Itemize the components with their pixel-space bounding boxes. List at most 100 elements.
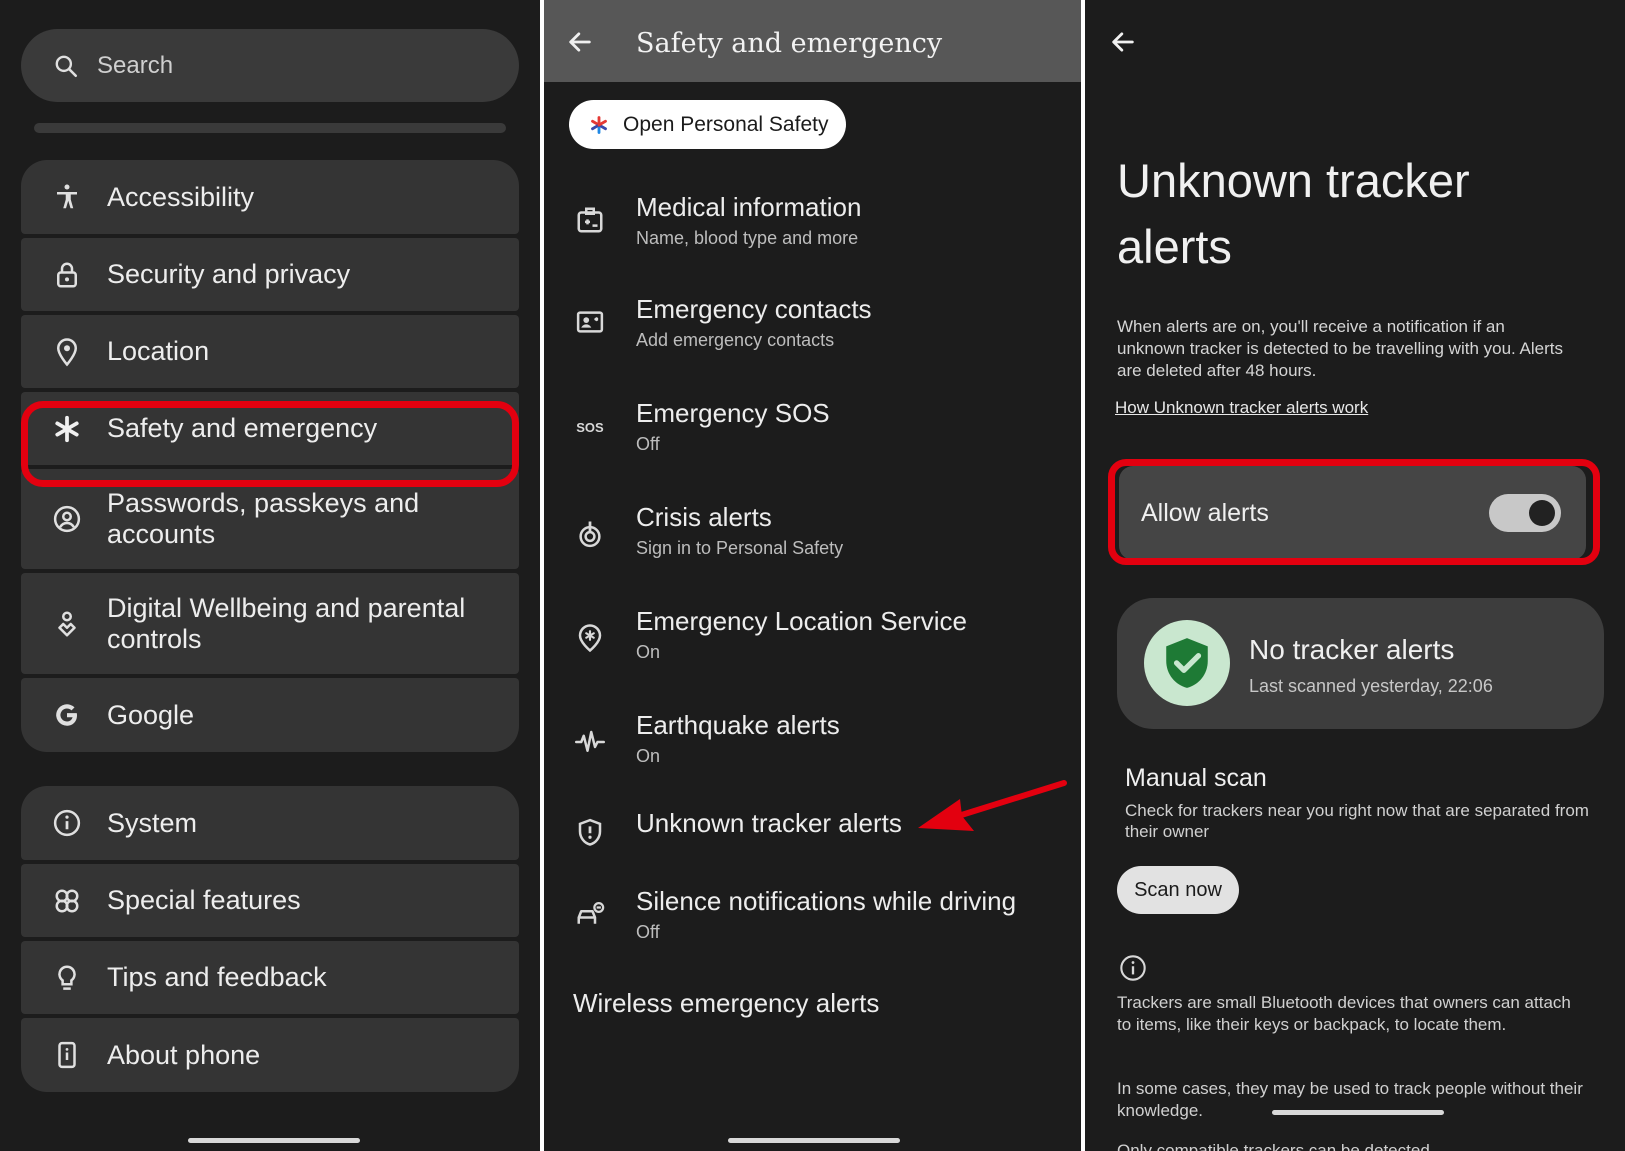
item-title: Unknown tracker alerts	[636, 808, 902, 838]
allow-alerts-toggle[interactable]	[1489, 494, 1561, 532]
settings-item-label: System	[107, 807, 198, 838]
manual-scan-title: Manual scan	[1125, 764, 1267, 792]
personal-safety-icon	[591, 115, 607, 134]
settings-item-passwords[interactable]: Passwords, passkeys and accounts	[21, 469, 519, 569]
status-title: No tracker alerts	[1249, 634, 1455, 665]
earthquake-icon	[573, 725, 607, 759]
status-subtitle: Last scanned yesterday, 22:06	[1249, 676, 1493, 696]
settings-item-label: Tips and feedback	[107, 962, 327, 992]
lock-icon	[43, 260, 91, 290]
item-title: Emergency contacts	[636, 294, 872, 324]
search-icon	[55, 55, 78, 77]
settings-item-accessibility[interactable]: Accessibility	[21, 160, 519, 234]
gesture-nav-bar[interactable]	[1272, 1110, 1444, 1115]
item-title: Emergency SOS	[636, 398, 830, 428]
settings-item-wellbeing[interactable]: Digital Wellbeing and parental controls	[21, 573, 519, 674]
info-icon	[43, 808, 91, 838]
settings-panel: Search Accessibility Security and privac…	[0, 0, 540, 1151]
settings-item-safety[interactable]: Safety and emergency	[21, 392, 519, 465]
google-g-icon	[43, 700, 91, 730]
settings-item-system[interactable]: System	[21, 786, 519, 860]
how-it-works-link[interactable]: How Unknown tracker alerts work	[1115, 398, 1368, 418]
tracker-panel: Unknown tracker alerts When alerts are o…	[1085, 0, 1625, 1151]
settings-item-label: Digital Wellbeing and parental controls	[107, 592, 466, 654]
settings-item-tips[interactable]: Tips and feedback	[21, 941, 519, 1014]
back-arrow-icon[interactable]	[1109, 28, 1137, 56]
tracker-description: When alerts are on, you'll receive a not…	[1117, 317, 1564, 380]
item-title: Medical information	[636, 192, 862, 222]
item-subtitle: Off	[636, 922, 660, 942]
search-bar[interactable]: Search	[21, 29, 519, 102]
item-title: Silence notifications while driving	[636, 886, 1017, 916]
item-subtitle: Sign in to Personal Safety	[636, 538, 844, 558]
allow-alerts-row[interactable]: Allow alerts	[1119, 466, 1586, 560]
crisis-alert-icon	[573, 517, 607, 551]
settings-item-security[interactable]: Security and privacy	[21, 238, 519, 311]
contact-card-icon	[573, 305, 607, 339]
sos-icon: SOS	[573, 410, 607, 444]
emergency-location-icon	[573, 621, 607, 655]
item-title: Emergency Location Service	[636, 606, 967, 636]
safety-item-earthquake[interactable]: Earthquake alerts On	[544, 708, 1081, 778]
car-silence-icon	[573, 898, 607, 932]
settings-item-location[interactable]: Location	[21, 315, 519, 388]
safety-item-location-service[interactable]: Emergency Location Service On	[544, 604, 1081, 674]
page-title-line-1: Unknown tracker	[1117, 154, 1470, 207]
app-bar: Safety and emergency	[544, 0, 1081, 82]
gesture-nav-bar[interactable]	[188, 1138, 360, 1143]
item-subtitle: Add emergency contacts	[636, 330, 835, 350]
info-text-3: Only compatible trackers can be detected…	[1117, 1141, 1435, 1151]
settings-item-google[interactable]: Google	[21, 678, 519, 752]
settings-item-label: Accessibility	[107, 181, 255, 212]
settings-item-label: Google	[107, 699, 195, 730]
settings-item-about[interactable]: About phone	[21, 1018, 519, 1092]
item-title: Crisis alerts	[636, 502, 772, 532]
toggle-knob	[1529, 500, 1555, 526]
red-arrow-pointer	[918, 780, 1067, 831]
wireless-emergency-alerts-item[interactable]: Wireless emergency alerts	[573, 988, 879, 1019]
safety-item-medical[interactable]: Medical information Name, blood type and…	[544, 188, 1081, 258]
settings-item-label: Passwords, passkeys and accounts	[107, 488, 420, 549]
safety-panel: Safety and emergency Open Personal Safet…	[544, 0, 1081, 1151]
safety-item-unknown-tracker[interactable]: Unknown tracker alerts	[544, 808, 1081, 858]
page-title: Unknown tracker alerts	[1117, 148, 1470, 280]
item-subtitle: On	[636, 746, 661, 766]
safety-item-crisis[interactable]: Crisis alerts Sign in to Personal Safety	[544, 500, 1081, 570]
location-pin-icon	[43, 337, 91, 367]
accessibility-icon	[43, 182, 91, 212]
account-circle-icon	[43, 504, 91, 534]
manual-scan-description: Check for trackers near you right now th…	[1125, 801, 1589, 841]
back-arrow-icon[interactable]	[566, 28, 594, 56]
allow-alerts-label: Allow alerts	[1141, 498, 1269, 527]
settings-item-special-features[interactable]: Special features	[21, 864, 519, 937]
gesture-nav-bar[interactable]	[728, 1138, 900, 1143]
safety-item-contacts[interactable]: Emergency contacts Add emergency contact…	[544, 292, 1081, 362]
item-title: Earthquake alerts	[636, 710, 840, 740]
phone-icon	[43, 1040, 91, 1070]
page-title-line-2: alerts	[1117, 220, 1232, 273]
safety-item-sos[interactable]: SOS Emergency SOS Off	[544, 396, 1081, 466]
scroll-hint	[34, 123, 506, 133]
tracker-status-card: No tracker alerts Last scanned yesterday…	[1117, 598, 1604, 729]
wellbeing-icon	[43, 609, 91, 639]
svg-text:SOS: SOS	[576, 420, 604, 435]
asterisk-icon	[43, 414, 91, 444]
open-personal-safety-button[interactable]: Open Personal Safety	[569, 100, 846, 149]
settings-item-label: Security and privacy	[107, 259, 351, 289]
lightbulb-icon	[43, 963, 91, 993]
settings-item-label: About phone	[107, 1039, 261, 1070]
shield-check-icon	[1166, 638, 1208, 688]
shield-alert-icon	[573, 815, 607, 849]
medical-id-icon	[573, 203, 607, 237]
special-features-icon	[43, 886, 91, 916]
settings-item-label: Special features	[107, 885, 301, 915]
open-personal-safety-label: Open Personal Safety	[623, 112, 829, 136]
info-icon	[1120, 955, 1146, 981]
scan-now-button[interactable]: Scan now	[1117, 866, 1239, 914]
shield-badge	[1144, 620, 1230, 706]
settings-item-label: Location	[107, 336, 210, 366]
item-subtitle: On	[636, 642, 661, 662]
safety-item-driving[interactable]: Silence notifications while driving Off	[544, 884, 1081, 954]
info-text-1: Trackers are small Bluetooth devices tha…	[1117, 993, 1571, 1034]
item-subtitle: Off	[636, 434, 660, 454]
